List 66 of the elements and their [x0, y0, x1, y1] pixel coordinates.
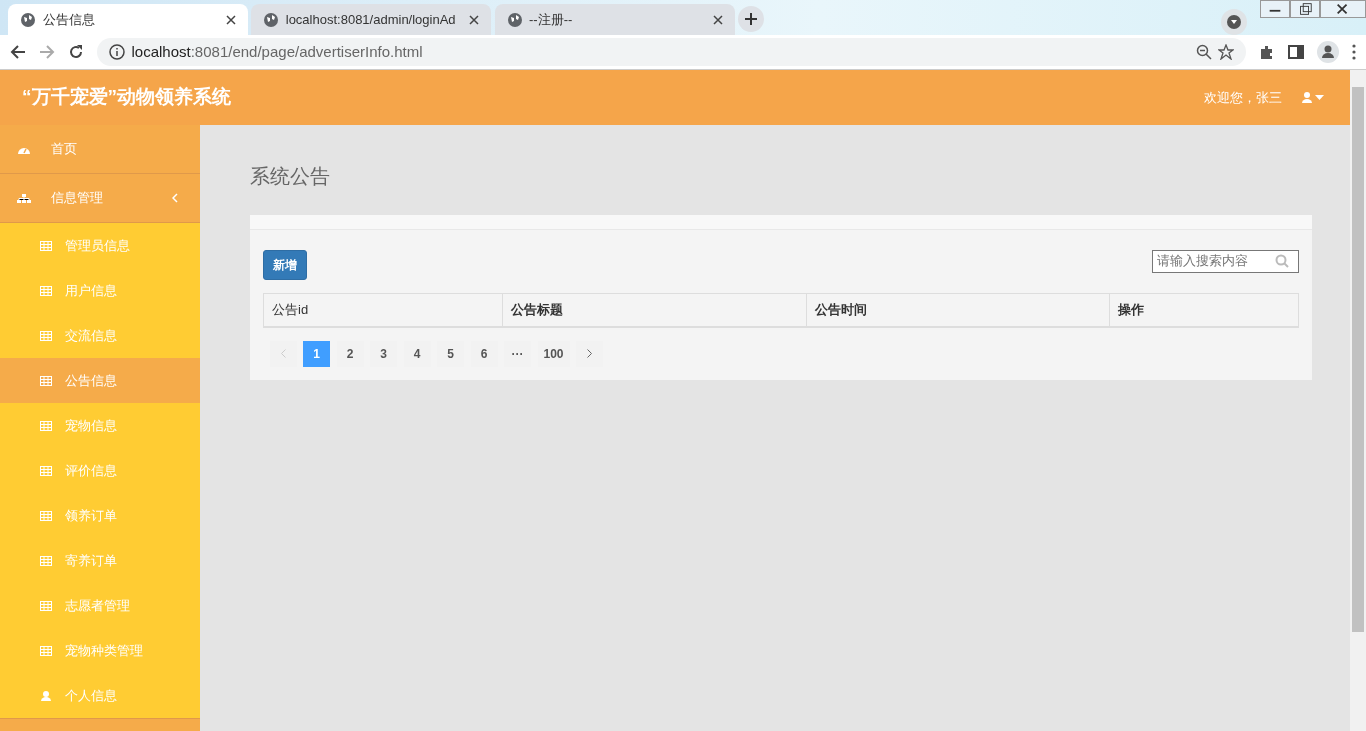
column-header: 操作	[1110, 292, 1299, 328]
sidebar-subitem[interactable]: 公告信息	[0, 358, 200, 403]
table-icon	[40, 510, 52, 521]
browser-tab[interactable]: localhost:8081/admin/loginAd	[251, 4, 492, 35]
sidebar-subitem[interactable]: 志愿者管理	[0, 583, 200, 628]
browser-tab[interactable]: --注册--	[494, 4, 735, 35]
side-panel-icon[interactable]	[1288, 44, 1304, 60]
sidebar-subitem[interactable]: 交流信息	[0, 313, 200, 358]
app-title: “万千宠爱”动物领养系统	[22, 85, 231, 110]
table-icon	[40, 330, 52, 341]
chevron-left-icon	[280, 349, 286, 358]
column-header: 公告时间	[806, 292, 1111, 328]
search-icon	[1275, 254, 1289, 268]
table-icon	[40, 555, 52, 566]
address-bar[interactable]: localhost:8081/end/page/advertiserInfo.html	[97, 38, 1246, 66]
table-icon	[40, 600, 52, 611]
url-text: localhost:8081/end/page/advertiserInfo.html	[131, 41, 424, 62]
table-icon	[40, 465, 52, 476]
globe-icon	[20, 11, 36, 28]
table-icon	[40, 645, 52, 656]
close-icon[interactable]	[1320, 0, 1366, 18]
globe-icon	[506, 11, 523, 28]
browser-tab[interactable]: 公告信息	[8, 4, 248, 35]
more-icon[interactable]	[1352, 44, 1356, 60]
profile-icon[interactable]	[1317, 41, 1339, 63]
close-icon[interactable]	[712, 14, 723, 25]
chevron-right-icon	[587, 349, 593, 358]
sidebar-item[interactable]: 信息管理	[0, 174, 200, 223]
back-icon[interactable]	[10, 44, 26, 60]
page-button[interactable]: 1	[303, 340, 330, 367]
page-title: 系统公告	[250, 164, 331, 189]
sidebar-item[interactable]: 首页	[0, 125, 200, 174]
reload-icon[interactable]	[68, 44, 84, 60]
sidebar-subitem[interactable]: 宠物信息	[0, 403, 200, 448]
scrollbar[interactable]	[1350, 70, 1366, 731]
table-icon	[40, 285, 52, 296]
info-icon	[109, 44, 125, 60]
sidebar-subitem[interactable]: 个人信息	[0, 673, 200, 718]
new-tab-icon[interactable]	[737, 6, 764, 32]
greeting-text: 欢迎您，张三	[1204, 88, 1283, 107]
column-header: 公告id	[263, 292, 504, 328]
table-icon	[40, 375, 52, 386]
caret-icon	[1315, 95, 1324, 100]
sidebar-subitem[interactable]: 用户信息	[0, 268, 200, 313]
dropdown-icon[interactable]	[1220, 9, 1247, 35]
globe-icon	[263, 11, 280, 28]
column-header: 公告标题	[503, 292, 807, 328]
user-icon	[1301, 92, 1312, 103]
add-button[interactable]: 新增	[263, 249, 307, 280]
sitemap-icon	[17, 192, 31, 204]
sidebar-subitem[interactable]: 管理员信息	[0, 223, 200, 268]
user-icon	[40, 690, 52, 701]
table-icon	[40, 420, 52, 431]
restore-icon[interactable]	[1290, 0, 1320, 18]
sidebar-subitem[interactable]: 评价信息	[0, 448, 200, 493]
puzzle-icon[interactable]	[1259, 44, 1275, 60]
sidebar-subitem[interactable]: 寄养订单	[0, 538, 200, 583]
star-icon[interactable]	[1218, 44, 1234, 60]
sidebar-subitem[interactable]: 宠物种类管理	[0, 628, 200, 673]
close-icon[interactable]	[469, 14, 480, 25]
search-field[interactable]: 请输入搜索内容	[1152, 249, 1299, 273]
close-icon[interactable]	[226, 14, 236, 25]
minimize-icon[interactable]	[1260, 0, 1290, 18]
table-icon	[40, 240, 52, 251]
zoom-out-icon[interactable]	[1195, 44, 1212, 60]
sidebar-subitem[interactable]: 领养订单	[0, 493, 200, 538]
